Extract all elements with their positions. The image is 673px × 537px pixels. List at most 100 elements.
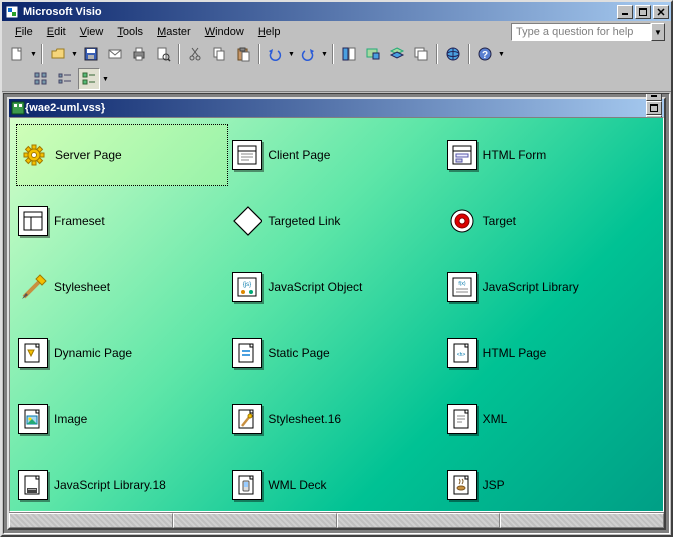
menu-window[interactable]: Window — [198, 24, 251, 40]
stencil-item-wml-deck[interactable]: WML Deck — [230, 454, 442, 512]
image-icon — [18, 404, 48, 434]
help-dropdown[interactable]: ▼ — [498, 51, 505, 58]
xml-icon — [447, 404, 477, 434]
main-window: Microsoft Visio File Edit View Tools Mas… — [0, 0, 673, 537]
stencil-item-frameset[interactable]: Frameset — [16, 190, 228, 252]
insert-shape-button[interactable] — [362, 43, 384, 65]
print-preview-button[interactable] — [152, 43, 174, 65]
svg-text:<h>: <h> — [456, 352, 465, 358]
stencil-item-javascript-library[interactable]: f(x) JavaScript Library — [445, 256, 657, 318]
toolbar-standard: ▼ ▼ ▼ ▼ ? ▼ — [2, 41, 671, 67]
stencil-title: {wae2-uml.vss} — [25, 102, 646, 114]
copy-button[interactable] — [208, 43, 230, 65]
target-icon — [447, 206, 477, 236]
splitter-pane-1[interactable] — [9, 513, 173, 528]
help-search-input[interactable]: Type a question for help — [511, 23, 651, 41]
stencil-item-javascript-object[interactable]: {js} JavaScript Object — [230, 256, 442, 318]
stencil-label: Stylesheet.16 — [268, 412, 341, 426]
stencil-item-jsp[interactable]: JSP — [445, 454, 657, 512]
stencil-item-static-page[interactable]: Static Page — [230, 322, 442, 384]
cut-button[interactable] — [184, 43, 206, 65]
menu-master[interactable]: Master — [150, 24, 198, 40]
stylesheet16-icon — [232, 404, 262, 434]
new-dropdown[interactable]: ▼ — [30, 51, 37, 58]
stencil-item-target[interactable]: Target — [445, 190, 657, 252]
new-button[interactable] — [6, 43, 28, 65]
view-dropdown[interactable]: ▼ — [102, 76, 109, 83]
mdi-client-area: {wae2-uml.vss} Server Page Client Page HTM… — [3, 93, 670, 534]
maximize-button[interactable] — [635, 5, 651, 19]
main-titlebar: Microsoft Visio — [2, 2, 671, 21]
menu-file[interactable]: File — [8, 24, 40, 40]
print-button[interactable] — [128, 43, 150, 65]
redo-button[interactable] — [297, 43, 319, 65]
menu-help[interactable]: Help — [251, 24, 288, 40]
stencil-label: JavaScript Library — [483, 280, 579, 294]
splitter-pane-2[interactable] — [173, 513, 337, 528]
stencil-item-image[interactable]: Image — [16, 388, 228, 450]
stencil-label: Client Page — [268, 148, 330, 162]
menu-tools[interactable]: Tools — [110, 24, 150, 40]
undo-button[interactable] — [264, 43, 286, 65]
help-search-dropdown[interactable]: ▼ — [651, 23, 665, 41]
splitter-pane-4[interactable] — [500, 513, 664, 528]
mail-button[interactable] — [104, 43, 126, 65]
shapes-window-button[interactable] — [338, 43, 360, 65]
stencil-label: WML Deck — [268, 478, 326, 492]
toolbars: ▼ ▼ ▼ ▼ ? ▼ — [2, 41, 671, 92]
stencil-item-html-form[interactable]: HTML Form — [445, 124, 657, 186]
stencil-item-javascript-library-18[interactable]: JavaScript Library.18 — [16, 454, 228, 512]
paste-button[interactable] — [232, 43, 254, 65]
stencil-label: HTML Page — [483, 346, 547, 360]
new-window-button[interactable] — [410, 43, 432, 65]
stencil-grid: Server Page Client Page HTML Form Frameset T… — [10, 118, 663, 511]
stencil-item-stylesheet[interactable]: Stylesheet — [16, 256, 228, 318]
child-minimize-button[interactable] — [646, 93, 662, 101]
stencil-window: {wae2-uml.vss} Server Page Client Page HTM… — [7, 97, 666, 530]
view-list-button[interactable] — [54, 68, 76, 90]
stencil-item-stylesheet-16[interactable]: Stylesheet.16 — [230, 388, 442, 450]
open-button[interactable] — [47, 43, 69, 65]
stencil-item-targeted-link[interactable]: Targeted Link — [230, 190, 442, 252]
dynpage-icon — [18, 338, 48, 368]
open-dropdown[interactable]: ▼ — [71, 51, 78, 58]
separator — [178, 44, 180, 64]
stencil-icon — [11, 101, 25, 115]
svg-text:?: ? — [482, 50, 488, 61]
stencil-item-dynamic-page[interactable]: Dynamic Page — [16, 322, 228, 384]
jslib-icon: f(x) — [447, 272, 477, 302]
undo-dropdown[interactable]: ▼ — [288, 51, 295, 58]
gear-icon — [19, 140, 49, 170]
web-button[interactable] — [442, 43, 464, 65]
form-icon — [447, 140, 477, 170]
stencil-item-client-page[interactable]: Client Page — [230, 124, 442, 186]
help-button[interactable]: ? — [474, 43, 496, 65]
stencil-label: Frameset — [54, 214, 105, 228]
frameset-icon — [18, 206, 48, 236]
splitter-pane-3[interactable] — [337, 513, 501, 528]
menu-edit[interactable]: Edit — [40, 24, 73, 40]
window-controls — [617, 5, 669, 19]
stencil-label: JavaScript Library.18 — [54, 478, 166, 492]
child-maximize-button[interactable] — [646, 101, 662, 115]
toolbar-view: ▼ — [2, 67, 671, 91]
stencil-body: Server Page Client Page HTML Form Frameset T… — [9, 117, 664, 512]
jsobj-icon: {js} — [232, 272, 262, 302]
status-splitter — [9, 512, 664, 528]
redo-dropdown[interactable]: ▼ — [321, 51, 328, 58]
stencil-item-xml[interactable]: XML — [445, 388, 657, 450]
stencil-item-server-page[interactable]: Server Page — [16, 124, 228, 186]
clientpage-icon — [232, 140, 262, 170]
separator — [436, 44, 438, 64]
stencil-label: XML — [483, 412, 508, 426]
stencil-item-html-page[interactable]: <h> HTML Page — [445, 322, 657, 384]
view-icons-button[interactable] — [30, 68, 52, 90]
view-details-button[interactable] — [78, 68, 100, 90]
stencil-label: JavaScript Object — [268, 280, 362, 294]
diamond-icon — [232, 206, 262, 236]
minimize-button[interactable] — [617, 5, 633, 19]
menu-view[interactable]: View — [73, 24, 111, 40]
close-button[interactable] — [653, 5, 669, 19]
layers-button[interactable] — [386, 43, 408, 65]
save-button[interactable] — [80, 43, 102, 65]
